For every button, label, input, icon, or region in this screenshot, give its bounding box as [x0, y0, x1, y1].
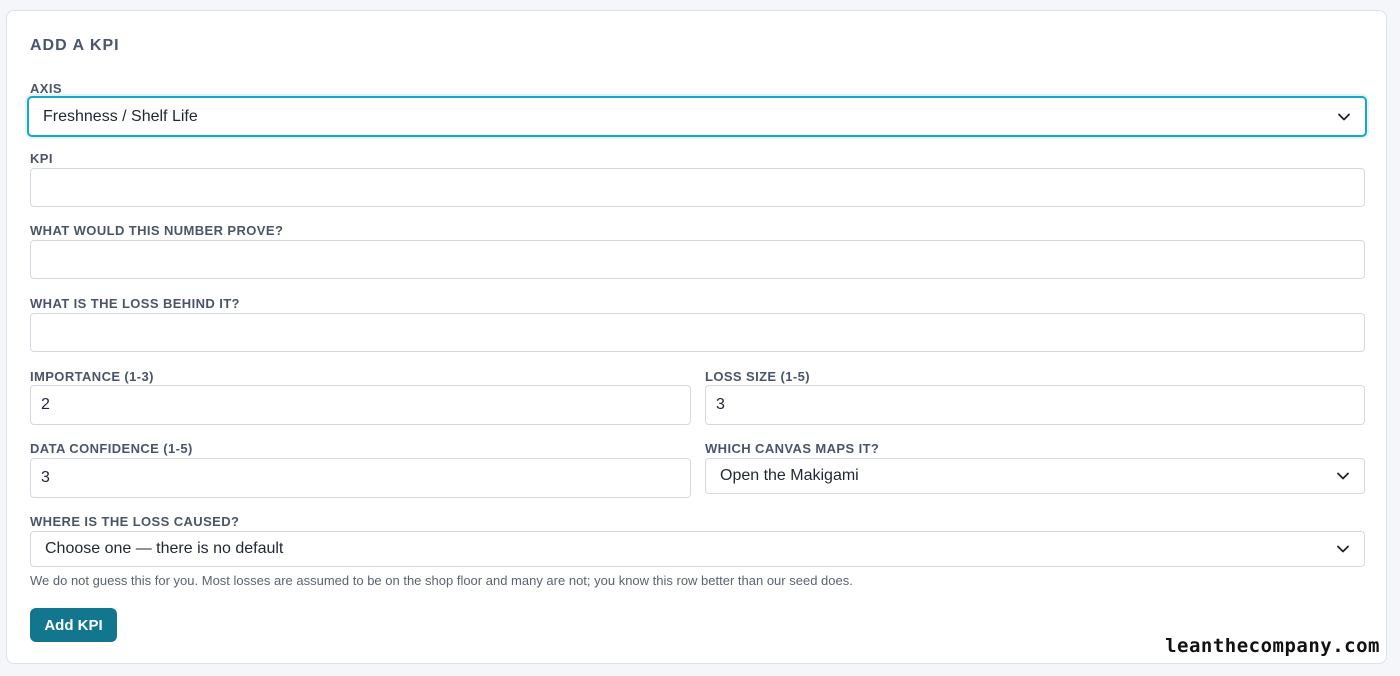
chevron-down-icon: [1336, 471, 1350, 481]
caused-select[interactable]: Choose one — there is no default: [30, 531, 1365, 567]
loss-size-label: LOSS SIZE (1-5): [705, 369, 810, 384]
axis-select-value: Freshness / Shelf Life: [43, 107, 198, 125]
canvas-label: WHICH CANVAS MAPS IT?: [705, 441, 880, 456]
prove-label: WHAT WOULD THIS NUMBER PROVE?: [30, 223, 284, 238]
kpi-label: KPI: [30, 151, 53, 166]
caused-select-value: Choose one — there is no default: [45, 540, 284, 557]
caused-hint: We do not guess this for you. Most losse…: [30, 573, 853, 588]
add-kpi-button[interactable]: Add KPI: [30, 608, 117, 642]
kpi-input[interactable]: [30, 168, 1365, 207]
confidence-input[interactable]: 3: [30, 458, 691, 498]
loss-size-value: 3: [716, 396, 725, 413]
canvas-select[interactable]: Open the Makigami: [705, 458, 1365, 494]
chevron-down-icon: [1337, 112, 1351, 122]
caused-label: WHERE IS THE LOSS CAUSED?: [30, 514, 240, 529]
card-title: ADD A KPI: [30, 37, 120, 54]
loss-input[interactable]: [30, 313, 1365, 352]
importance-label: IMPORTANCE (1-3): [30, 369, 154, 384]
axis-select[interactable]: Freshness / Shelf Life: [27, 96, 1367, 137]
watermark: leanthecompany.com: [1165, 635, 1380, 657]
loss-label: WHAT IS THE LOSS BEHIND IT?: [30, 296, 240, 311]
axis-label: AXIS: [30, 81, 62, 96]
loss-size-input[interactable]: 3: [705, 385, 1365, 425]
chevron-down-icon: [1336, 544, 1350, 554]
canvas-select-value: Open the Makigami: [720, 467, 859, 484]
importance-value: 2: [41, 396, 50, 413]
importance-input[interactable]: 2: [30, 385, 691, 425]
confidence-label: DATA CONFIDENCE (1-5): [30, 441, 193, 456]
confidence-value: 3: [41, 469, 50, 486]
prove-input[interactable]: [30, 240, 1365, 279]
